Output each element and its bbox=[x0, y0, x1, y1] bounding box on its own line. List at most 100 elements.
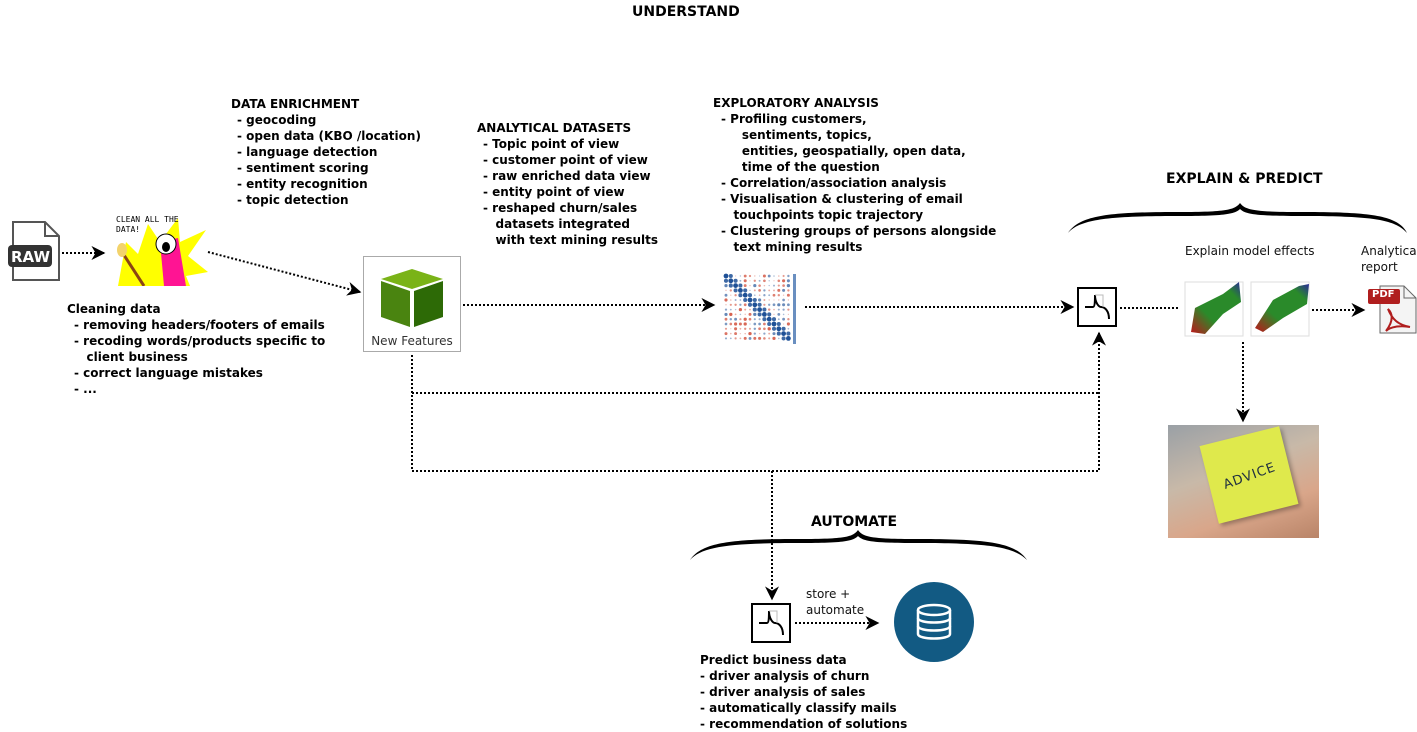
list-item: - raw enriched data view bbox=[483, 169, 651, 183]
correlation-cell bbox=[724, 312, 728, 316]
correlation-cell bbox=[777, 303, 781, 307]
correlation-cell bbox=[734, 327, 738, 331]
list-item: - reshaped churn/sales bbox=[483, 201, 638, 215]
correlation-cell bbox=[772, 303, 776, 307]
clean-all-the-data-image: CLEAN ALL THE DATA! bbox=[108, 212, 208, 287]
correlation-cell bbox=[781, 326, 786, 331]
correlation-cell bbox=[753, 284, 757, 288]
correlation-cell bbox=[743, 297, 748, 303]
correlation-cell bbox=[782, 308, 785, 311]
correlation-cell bbox=[729, 289, 732, 292]
correlation-cell bbox=[777, 284, 780, 287]
correlation-cell bbox=[776, 321, 781, 327]
correlation-cell bbox=[748, 327, 752, 330]
correlation-cell bbox=[724, 293, 728, 297]
correlation-cell bbox=[744, 308, 747, 311]
correlation-cell bbox=[773, 289, 775, 292]
correlation-cell bbox=[730, 328, 732, 330]
list-item: client business bbox=[74, 350, 188, 364]
cube-icon bbox=[381, 269, 443, 327]
data-enrichment-heading: DATA ENRICHMENT bbox=[231, 97, 360, 111]
correlation-cell bbox=[762, 312, 767, 317]
list-item: - language detection bbox=[237, 145, 378, 159]
correlation-cell bbox=[749, 284, 751, 287]
correlation-cell bbox=[734, 308, 737, 311]
correlation-cell bbox=[781, 331, 786, 336]
correlation-cell bbox=[733, 278, 738, 283]
correlation-cell bbox=[748, 317, 752, 321]
correlation-cell bbox=[782, 323, 785, 325]
correlation-cell bbox=[753, 279, 756, 282]
correlation-cell bbox=[747, 302, 753, 307]
correlation-cell bbox=[738, 307, 743, 312]
correlation-cell bbox=[786, 322, 790, 326]
correlation-cell bbox=[739, 303, 742, 306]
list-item: - Visualisation & clustering of email bbox=[721, 192, 963, 206]
correlation-cell bbox=[768, 284, 770, 287]
correlation-cell bbox=[743, 322, 747, 326]
list-item: - Clustering groups of persons alongside bbox=[721, 224, 997, 238]
correlation-cell bbox=[749, 323, 751, 325]
correlation-cell bbox=[725, 304, 727, 306]
correlation-cell bbox=[758, 318, 761, 321]
advice-photo: ADVICE bbox=[1168, 425, 1319, 538]
correlation-cell bbox=[724, 298, 728, 302]
list-item: - driver analysis of churn bbox=[700, 669, 870, 683]
list-item: - customer point of view bbox=[483, 153, 648, 167]
clean-meme-text: CLEAN ALL THE DATA! bbox=[116, 215, 179, 234]
correlation-cell bbox=[723, 278, 729, 283]
correlation-cell bbox=[763, 322, 766, 326]
correlation-cell bbox=[782, 288, 786, 292]
correlation-cell bbox=[734, 313, 737, 316]
correlation-cell bbox=[773, 275, 775, 277]
correlation-cell bbox=[724, 332, 728, 336]
correlation-cell bbox=[758, 294, 761, 297]
cleaning-heading: Cleaning data bbox=[67, 302, 161, 316]
correlation-cell bbox=[768, 303, 771, 306]
correlation-cell bbox=[782, 317, 785, 321]
correlation-cell bbox=[743, 336, 747, 340]
model-node-icon bbox=[1077, 287, 1117, 327]
correlation-cell bbox=[753, 318, 756, 321]
list-item: time of the question bbox=[721, 160, 880, 174]
correlation-cell bbox=[724, 317, 728, 321]
correlation-cell bbox=[748, 274, 752, 278]
3d-surface-plot bbox=[1250, 281, 1310, 337]
correlation-cell bbox=[738, 322, 742, 326]
list-item: - recommendation of solutions bbox=[700, 717, 908, 731]
correlation-cell bbox=[767, 308, 771, 311]
correlation-cell bbox=[766, 316, 772, 322]
list-item: - recoding words/products specific to bbox=[74, 334, 326, 348]
correlation-cell bbox=[738, 283, 743, 288]
correlation-cell bbox=[763, 332, 766, 335]
analytical-datasets-heading: ANALYTICAL DATASETS bbox=[477, 121, 632, 135]
correlation-cell bbox=[739, 337, 742, 340]
correlation-cell bbox=[758, 275, 761, 277]
correlation-cell bbox=[734, 275, 737, 277]
correlation-cell bbox=[728, 283, 733, 288]
automate-model-node-icon bbox=[751, 603, 791, 643]
list-item: sentiments, topics, bbox=[721, 128, 872, 142]
correlation-cell bbox=[753, 332, 756, 335]
correlation-cell bbox=[763, 294, 766, 297]
correlation-cell bbox=[749, 308, 751, 311]
correlation-cell bbox=[768, 280, 770, 282]
correlation-cell bbox=[767, 312, 772, 317]
explain-brace bbox=[1068, 203, 1407, 233]
correlation-cell bbox=[782, 294, 785, 296]
correlation-cell bbox=[743, 279, 747, 283]
list-item: - Topic point of view bbox=[483, 137, 620, 151]
exploratory-block: EXPLORATORY ANALYSIS - Profiling custome… bbox=[713, 95, 996, 255]
correlation-cell bbox=[724, 322, 728, 326]
pdf-badge: PDF bbox=[1372, 289, 1395, 300]
correlation-cell bbox=[771, 326, 777, 331]
correlation-cell bbox=[748, 336, 752, 340]
correlation-cell bbox=[730, 294, 732, 296]
correlation-cell bbox=[723, 273, 729, 279]
list-item: datasets integrated bbox=[483, 217, 630, 231]
correlation-cell bbox=[763, 303, 766, 306]
correlation-cell bbox=[768, 294, 771, 297]
database-icon bbox=[894, 582, 974, 662]
correlation-cell bbox=[758, 284, 761, 287]
correlation-cell bbox=[782, 313, 785, 316]
